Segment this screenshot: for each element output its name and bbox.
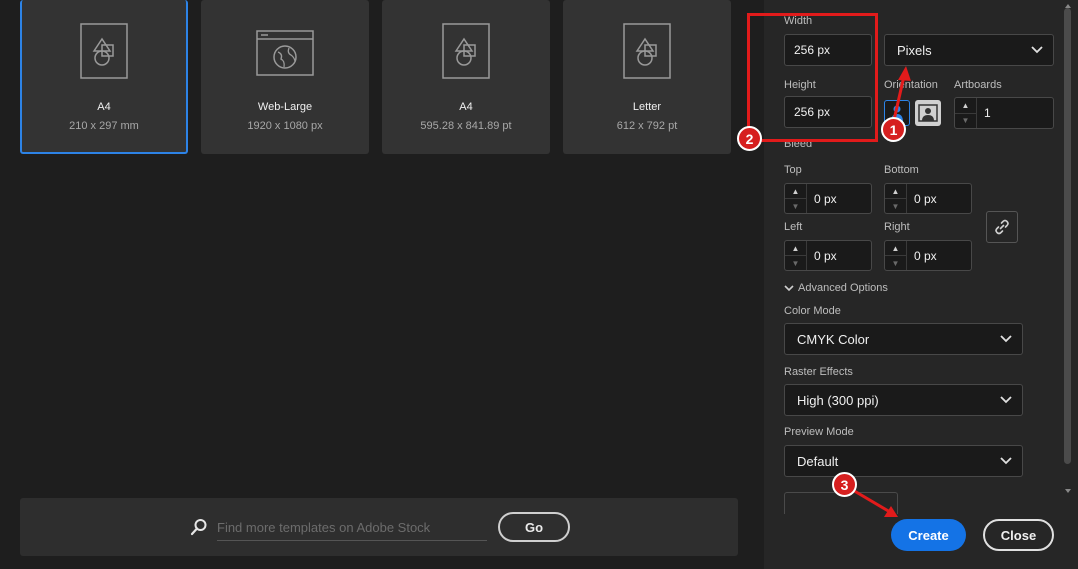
units-value: Pixels — [897, 42, 932, 58]
create-button[interactable]: Create — [891, 519, 966, 551]
template-card-letter[interactable]: Letter 612 x 792 pt — [563, 0, 731, 154]
link-bleed-button[interactable] — [986, 211, 1018, 243]
step-down-icon[interactable]: ▼ — [785, 198, 806, 213]
bleed-left-field[interactable]: ▲ ▼ 0 px — [784, 240, 872, 271]
bleed-right-value: 0 px — [914, 248, 937, 263]
bleed-right-stepper[interactable]: ▲ ▼ — [885, 241, 907, 270]
stock-search-panel: Go — [20, 498, 738, 556]
annotation-badge-3: 3 — [832, 472, 857, 497]
template-size: 612 x 792 pt — [616, 120, 678, 132]
document-shapes-icon — [623, 23, 671, 79]
artboards-field[interactable]: ▲ ▼ 1 — [954, 97, 1054, 129]
scroll-down-icon[interactable] — [1063, 487, 1073, 495]
raster-effects-value: High (300 ppi) — [797, 392, 879, 408]
template-card-web-large[interactable]: Web-Large 1920 x 1080 px — [201, 0, 369, 154]
link-icon — [995, 219, 1009, 235]
step-down-icon[interactable]: ▼ — [785, 255, 806, 270]
template-card-a4-mm[interactable]: A4 210 x 297 mm — [20, 0, 188, 154]
step-up-icon[interactable]: ▲ — [955, 98, 976, 113]
template-size: 595.28 x 841.89 pt — [420, 120, 512, 132]
artboards-stepper[interactable]: ▲ ▼ — [955, 98, 977, 128]
template-name: A4 — [97, 101, 111, 113]
close-button[interactable]: Close — [983, 519, 1054, 551]
scrollbar-thumb[interactable] — [1064, 8, 1071, 464]
annotation-highlight-box — [747, 13, 878, 142]
chevron-down-icon — [1000, 396, 1012, 404]
raster-effects-dropdown[interactable]: High (300 ppi) — [784, 384, 1023, 416]
template-card-a4-pt[interactable]: A4 595.28 x 841.89 pt — [382, 0, 550, 154]
bleed-left-label: Left — [784, 221, 803, 233]
advanced-options-toggle[interactable]: Advanced Options — [784, 282, 888, 294]
step-down-icon[interactable]: ▼ — [885, 255, 906, 270]
bleed-right-field[interactable]: ▲ ▼ 0 px — [884, 240, 972, 271]
template-size: 1920 x 1080 px — [247, 120, 323, 132]
document-shapes-icon — [442, 23, 490, 79]
advanced-options-label: Advanced Options — [798, 282, 888, 294]
search-icon — [190, 519, 207, 536]
bleed-bottom-field[interactable]: ▲ ▼ 0 px — [884, 183, 972, 214]
color-mode-dropdown[interactable]: CMYK Color — [784, 323, 1023, 355]
step-up-icon[interactable]: ▲ — [885, 184, 906, 198]
units-dropdown[interactable]: Pixels — [884, 34, 1054, 66]
bleed-top-field[interactable]: ▲ ▼ 0 px — [784, 183, 872, 214]
step-up-icon[interactable]: ▲ — [785, 184, 806, 198]
color-mode-value: CMYK Color — [797, 331, 870, 347]
step-up-icon[interactable]: ▲ — [885, 241, 906, 255]
scroll-up-icon[interactable] — [1063, 2, 1073, 10]
chevron-down-icon — [1031, 46, 1043, 54]
bleed-top-stepper[interactable]: ▲ ▼ — [785, 184, 807, 213]
go-button[interactable]: Go — [498, 512, 570, 542]
chevron-down-icon — [1000, 335, 1012, 343]
bleed-left-stepper[interactable]: ▲ ▼ — [785, 241, 807, 270]
preview-mode-value: Default — [797, 453, 839, 469]
artboards-value: 1 — [984, 106, 991, 120]
step-down-icon[interactable]: ▼ — [955, 112, 976, 129]
step-down-icon[interactable]: ▼ — [885, 198, 906, 213]
web-page-icon — [256, 30, 314, 76]
orientation-label: Orientation — [884, 79, 938, 91]
document-shapes-icon — [80, 23, 128, 79]
bleed-bottom-label: Bottom — [884, 164, 919, 176]
bleed-top-value: 0 px — [814, 191, 837, 206]
preview-mode-label: Preview Mode — [784, 426, 854, 438]
bleed-left-value: 0 px — [814, 248, 837, 263]
chevron-down-icon — [784, 284, 794, 291]
stock-search-input[interactable] — [217, 515, 487, 541]
artboards-label: Artboards — [954, 79, 1002, 91]
template-name: Web-Large — [257, 101, 313, 113]
annotation-badge-1: 1 — [881, 117, 906, 142]
bleed-bottom-stepper[interactable]: ▲ ▼ — [885, 184, 907, 213]
step-up-icon[interactable]: ▲ — [785, 241, 806, 255]
bleed-top-label: Top — [784, 164, 802, 176]
raster-effects-label: Raster Effects — [784, 366, 853, 378]
bleed-bottom-value: 0 px — [914, 191, 937, 206]
bleed-right-label: Right — [884, 221, 910, 233]
color-mode-label: Color Mode — [784, 305, 841, 317]
chevron-down-icon — [1000, 457, 1012, 465]
template-size: 210 x 297 mm — [69, 120, 139, 132]
landscape-person-icon — [918, 104, 938, 122]
preview-mode-dropdown[interactable]: Default — [784, 445, 1023, 477]
landscape-orientation-button[interactable] — [915, 100, 941, 126]
annotation-badge-2: 2 — [737, 126, 762, 151]
template-name: A4 — [459, 101, 473, 113]
template-name: Letter — [632, 101, 662, 113]
